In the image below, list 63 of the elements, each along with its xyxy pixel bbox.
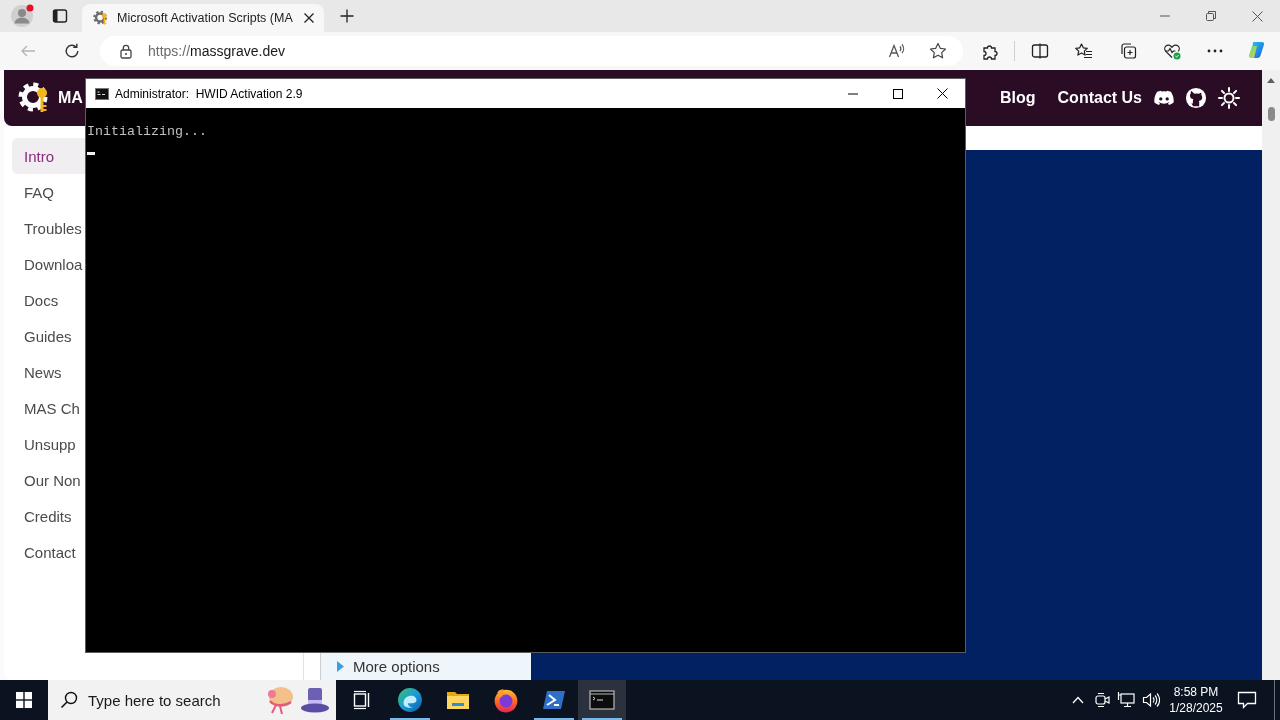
sidebar-item[interactable]: Downloa: [12, 246, 85, 282]
folder-icon: [446, 689, 470, 711]
close-icon[interactable]: [937, 88, 948, 99]
speech-bubble-icon[interactable]: [1237, 690, 1257, 710]
scroll-up-arrow-icon[interactable]: [1267, 78, 1275, 83]
task-view-icon: [352, 690, 372, 710]
close-icon[interactable]: [1251, 10, 1263, 22]
star-icon[interactable]: [929, 42, 947, 60]
sun-icon[interactable]: [1218, 87, 1240, 109]
taskbar-app-button[interactable]: [578, 680, 626, 720]
sidebar-item[interactable]: Troubles: [12, 210, 85, 246]
lock-icon[interactable]: [118, 43, 134, 59]
scrollbar-thumb[interactable]: [1267, 107, 1275, 121]
site-logo-text[interactable]: MA: [58, 89, 83, 107]
console-window-icon: [589, 689, 615, 711]
prompt-tile-icon: [542, 689, 566, 711]
profile-avatar-icon[interactable]: [10, 4, 34, 28]
sidebar-item[interactable]: News: [12, 354, 85, 390]
more-options-toggle[interactable]: More options: [320, 652, 531, 680]
sidebar-item[interactable]: Unsupp: [12, 426, 85, 462]
sidebar-item[interactable]: Our Non: [12, 462, 85, 498]
restore-icon[interactable]: [1206, 11, 1216, 21]
swirl-globe-icon: [397, 687, 423, 713]
slanted-logo-icon[interactable]: [1247, 41, 1267, 61]
new-tab-icon[interactable]: [339, 9, 354, 23]
heart-pulse-icon[interactable]: [1163, 42, 1181, 60]
read-aloud-icon[interactable]: [888, 42, 906, 60]
address-bar[interactable]: https://massgrave.dev: [100, 36, 963, 66]
windows-logo-icon: [16, 692, 32, 708]
sidebar-item[interactable]: Credits: [12, 498, 85, 534]
search-field[interactable]: Type here to search: [88, 691, 248, 709]
video-camera-icon[interactable]: [1095, 691, 1111, 709]
top-hat-icon: [300, 685, 330, 715]
nav-link[interactable]: Blog: [1000, 89, 1036, 107]
console-text: Initializing...: [87, 124, 207, 140]
network-monitor-icon[interactable]: [1117, 691, 1135, 709]
scrollbar[interactable]: [1262, 70, 1280, 680]
collections-icon[interactable]: [1119, 42, 1137, 60]
sidebar-item[interactable]: Contact: [12, 534, 85, 570]
sidebar-item[interactable]: FAQ: [12, 174, 85, 210]
tab-actions-icon[interactable]: [52, 8, 68, 24]
sidebar-item[interactable]: Guides: [12, 318, 85, 354]
sidebar-item[interactable]: Intro: [12, 138, 85, 174]
console-title: Administrator: HWID Activation 2.9: [115, 86, 303, 101]
favorites-icon[interactable]: [1075, 42, 1093, 60]
search-icon: [60, 691, 78, 709]
maximize-icon[interactable]: [892, 88, 903, 99]
nav-link[interactable]: Contact Us: [1057, 89, 1142, 107]
favicon-gear-icon: [93, 10, 109, 26]
console-window-icon: [95, 87, 109, 100]
close-tab-icon[interactable]: [302, 12, 315, 24]
clock-date[interactable]: 1/28/2025: [1169, 700, 1223, 716]
browser-tab[interactable]: Microsoft Activation Scripts (MA: [82, 4, 324, 32]
sidebar-item[interactable]: MAS Ch: [12, 390, 85, 426]
split-screen-icon[interactable]: [1031, 42, 1049, 60]
chevron-up-icon[interactable]: [1072, 696, 1084, 704]
reload-icon[interactable]: [64, 43, 80, 59]
cat-logo-icon[interactable]: [1185, 87, 1207, 109]
ring-globe-icon: [493, 687, 519, 713]
sidebar-item[interactable]: Docs: [12, 282, 85, 318]
speaker-icon[interactable]: [1142, 691, 1160, 709]
clock-time[interactable]: 8:58 PM: [1173, 684, 1219, 700]
puzzle-piece-icon[interactable]: [982, 42, 1000, 60]
